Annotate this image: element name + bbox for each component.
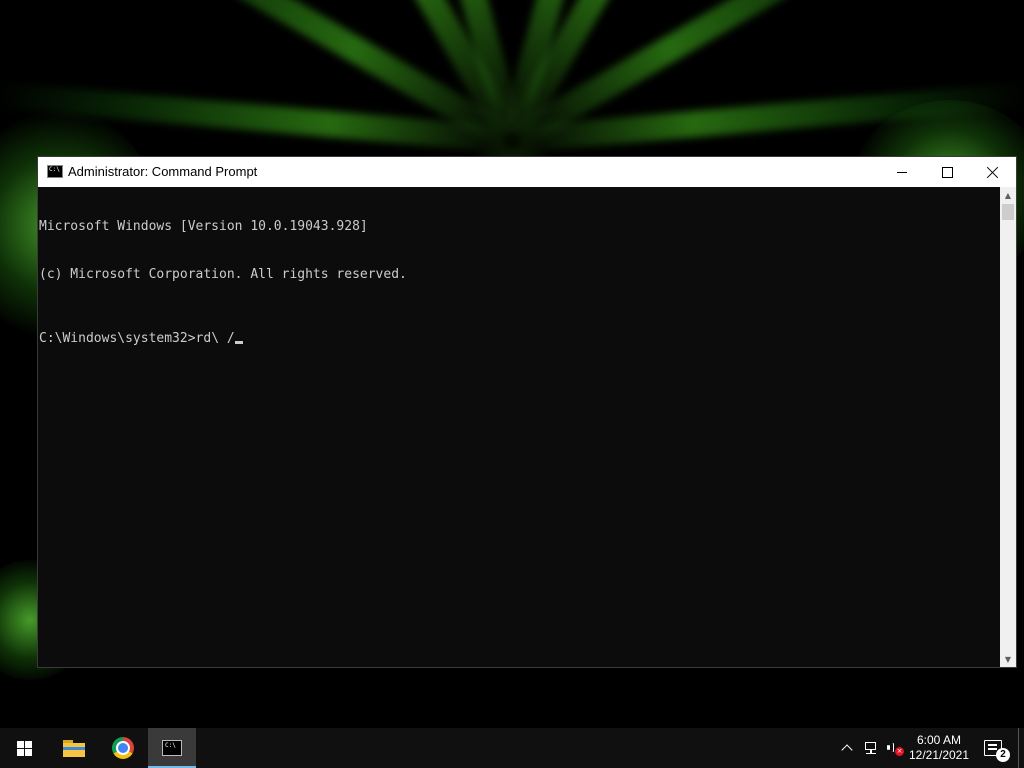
window-title: Administrator: Command Prompt [68,164,258,179]
cmd-icon: C:\ [162,740,182,756]
clock-date: 12/21/2021 [908,748,970,762]
network-icon [863,741,879,755]
console-line: Microsoft Windows [Version 10.0.19043.92… [39,219,368,234]
start-button[interactable] [0,728,48,768]
scroll-down-button[interactable]: ▼ [1000,651,1016,667]
close-button[interactable] [970,157,1016,187]
file-explorer-button[interactable] [50,728,98,768]
show-hidden-icons-button[interactable] [838,728,856,768]
command-line[interactable]: C:\Windows\system32>rd\ / [39,331,1000,347]
vertical-scrollbar[interactable]: ▲ ▼ [1000,187,1016,667]
taskbar: C:\ × 6:00 AM 12/21/2021 2 [0,728,1024,768]
prompt-text: C:\Windows\system32> [39,331,196,346]
maximize-button[interactable] [924,157,970,187]
minimize-icon [897,171,907,173]
volume-muted-icon: × [886,741,904,756]
clock[interactable]: 6:00 AM 12/21/2021 [906,728,972,768]
windows-logo-icon [16,740,32,756]
network-button[interactable] [860,728,882,768]
folder-icon [63,739,85,757]
console-line: (c) Microsoft Corporation. All rights re… [39,267,407,282]
notification-count-badge: 2 [996,748,1010,762]
action-center-button[interactable]: 2 [978,728,1010,768]
chrome-button[interactable] [99,728,147,768]
title-bar[interactable]: C:\ Administrator: Command Prompt [38,157,1016,187]
scrollbar-thumb[interactable] [1002,204,1014,220]
scroll-up-button[interactable]: ▲ [1000,187,1016,203]
command-prompt-taskbar-button[interactable]: C:\ [148,728,196,768]
command-input[interactable]: rd\ / [196,331,235,346]
text-cursor [234,341,243,344]
console-output[interactable]: Microsoft Windows [Version 10.0.19043.92… [38,187,1000,667]
close-icon [987,166,999,178]
notification-icon: 2 [984,740,1010,762]
minimize-button[interactable] [879,157,925,187]
cmd-icon-text: C:\ [49,166,60,173]
chrome-icon [112,737,134,759]
command-prompt-window[interactable]: C:\ Administrator: Command Prompt Micros… [38,157,1016,667]
cmd-icon[interactable]: C:\ [47,165,63,178]
clock-time: 6:00 AM [916,733,962,747]
chevron-up-icon [841,744,853,756]
show-desktop-button[interactable] [1018,728,1024,768]
maximize-icon [941,166,953,178]
volume-button[interactable]: × [884,728,906,768]
